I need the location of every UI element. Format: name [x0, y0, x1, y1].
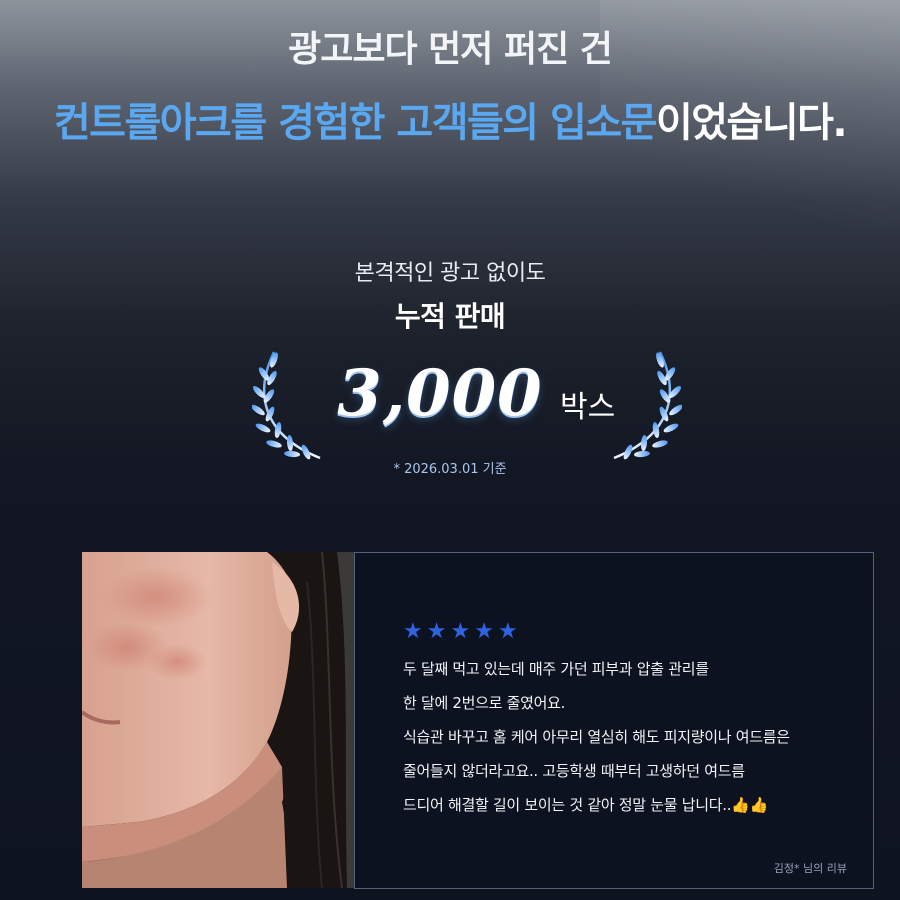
headline-line-1: 광고보다 먼저 퍼진 건: [288, 29, 613, 70]
headline-rest: 이었습니다.: [655, 100, 848, 146]
review-line-text: 드디어 해결할 길이 보이는 것 같아 정말 눈물 납니다..: [403, 796, 732, 814]
review-rating: ★ ★ ★ ★ ★: [403, 621, 518, 643]
star-icon: ★: [403, 619, 423, 644]
sales-unit: 박스: [560, 390, 616, 425]
laurel-left-icon: [252, 351, 321, 460]
stats-label: 누적 판매: [394, 300, 506, 333]
star-icon: ★: [450, 619, 471, 644]
laurel-right-icon: [613, 351, 682, 460]
review-card: ★ ★ ★ ★ ★ 두 달째 먹고 있는데 매주 가던 피부과 압출 관리를 한…: [354, 552, 874, 889]
photo-illustration: [82, 552, 354, 888]
star-icon: ★: [426, 619, 447, 644]
review-line: 한 달에 2번으로 줄였어요.: [403, 694, 566, 712]
review-line: 두 달째 먹고 있는데 매주 가던 피부과 압출 관리를: [403, 660, 709, 678]
headline-highlight: 컨트롤아크를 경험한 고객들의 입소문: [53, 100, 658, 146]
sales-footnote: * 2026.03.01 기준: [393, 462, 507, 477]
reviewer-name: 김정* 님의 리뷰: [773, 862, 847, 875]
review-line-last: 드디어 해결할 길이 보이는 것 같아 정말 눈물 납니다..👍👍: [403, 793, 790, 827]
thumbs-up-icon: 👍👍: [731, 796, 768, 814]
sales-count: 3,000: [337, 356, 543, 431]
review-line: 줄어들지 않더라고요.. 고등학생 때부터 고생하던 여드름: [403, 762, 745, 780]
stats-subtitle: 본격적인 광고 없이도: [354, 261, 546, 286]
headline-line-2: 컨트롤아크를 경험한 고객들의 입소문이었습니다.: [0, 90, 900, 148]
star-icon: ★: [474, 619, 494, 644]
star-icon: ★: [497, 619, 518, 644]
review-line: 식습관 바꾸고 홈 케어 아무리 열심히 해도 피지량이나 여드름은: [403, 728, 790, 746]
review-text: 두 달째 먹고 있는데 매주 가던 피부과 압출 관리를 한 달에 2번으로 줄…: [403, 657, 790, 827]
customer-skin-photo: [82, 552, 354, 888]
